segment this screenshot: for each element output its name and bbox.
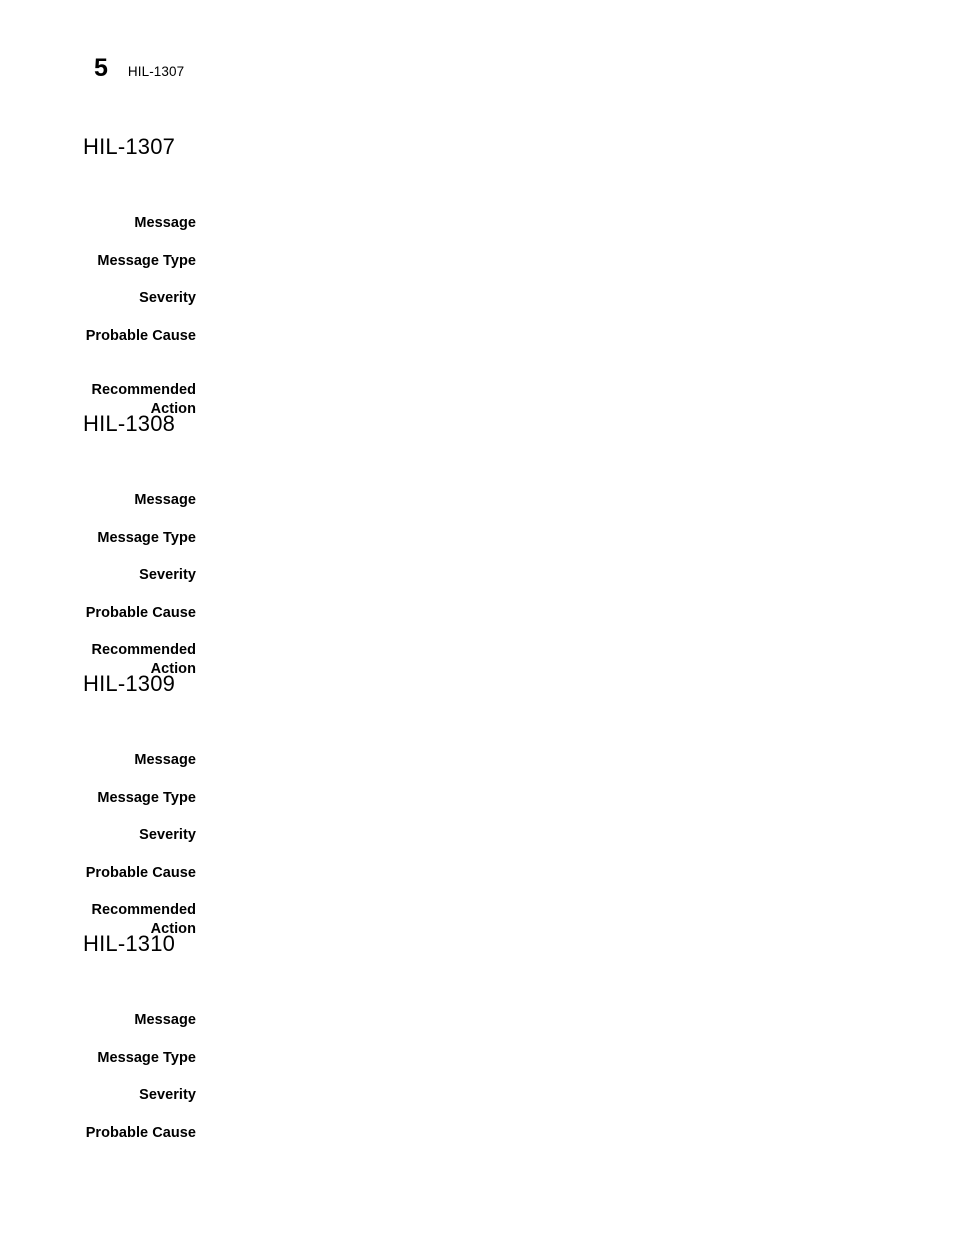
field-value bbox=[196, 566, 954, 585]
page-number: 5 bbox=[94, 54, 108, 82]
field-value bbox=[196, 529, 954, 548]
running-header: 5 HIL-1307 bbox=[94, 56, 184, 81]
field-value bbox=[196, 604, 954, 623]
field-row: Message bbox=[0, 1011, 954, 1030]
document-page: 5 HIL-1307 HIL-1307 Message Message Type Se… bbox=[0, 0, 954, 1235]
field-row: Probable Cause bbox=[0, 1124, 954, 1143]
field-value bbox=[196, 214, 954, 233]
field-value bbox=[196, 252, 954, 271]
field-label: Probable Cause bbox=[85, 1125, 196, 1141]
field-row: Probable Cause bbox=[0, 327, 954, 364]
field-row: Probable Cause bbox=[0, 604, 954, 623]
field-label: Message bbox=[134, 492, 196, 508]
field-label: Message Type bbox=[97, 790, 196, 806]
field-label: Message Type bbox=[97, 1050, 196, 1066]
field-row: Message bbox=[0, 491, 954, 510]
section-heading: HIL-1310 bbox=[83, 931, 176, 956]
field-value bbox=[196, 289, 954, 308]
field-label: Severity bbox=[139, 567, 196, 583]
field-row: Severity bbox=[0, 826, 954, 845]
field-label: Message bbox=[134, 752, 196, 768]
field-value bbox=[196, 901, 954, 938]
field-row: Message Type bbox=[0, 252, 954, 271]
field-value bbox=[196, 641, 954, 678]
field-value bbox=[196, 1124, 954, 1143]
field-row: Severity bbox=[0, 566, 954, 585]
section-heading: HIL-1307 bbox=[83, 134, 176, 159]
field-value bbox=[196, 381, 954, 418]
field-label: Severity bbox=[139, 290, 196, 306]
section-heading: HIL-1309 bbox=[83, 671, 176, 696]
field-row: Severity bbox=[0, 289, 954, 308]
running-header-chapter-label: HIL-1307 bbox=[127, 64, 185, 79]
field-value bbox=[196, 1086, 954, 1105]
field-value bbox=[196, 1011, 954, 1030]
field-row: Severity bbox=[0, 1086, 954, 1105]
field-row: Probable Cause bbox=[0, 864, 954, 883]
field-value bbox=[196, 327, 954, 364]
field-label: Probable Cause bbox=[85, 605, 196, 621]
field-label: Severity bbox=[139, 827, 196, 843]
field-value bbox=[196, 789, 954, 808]
field-value bbox=[196, 1049, 954, 1068]
field-label: Message Type bbox=[97, 253, 196, 269]
field-label: Probable Cause bbox=[85, 328, 196, 344]
field-row: Message Type bbox=[0, 789, 954, 808]
field-row: Message bbox=[0, 751, 954, 770]
field-row: Message Type bbox=[0, 1049, 954, 1068]
field-label: Probable Cause bbox=[85, 865, 196, 881]
field-row: Message Type bbox=[0, 529, 954, 548]
section-heading: HIL-1308 bbox=[83, 411, 176, 436]
field-value bbox=[196, 864, 954, 883]
field-label: Message bbox=[134, 1012, 196, 1028]
field-value bbox=[196, 826, 954, 845]
field-row: Message bbox=[0, 214, 954, 233]
field-label: Message bbox=[134, 215, 196, 231]
field-value bbox=[196, 751, 954, 770]
field-value bbox=[196, 491, 954, 510]
field-label: Severity bbox=[139, 1087, 196, 1103]
field-label: Message Type bbox=[97, 530, 196, 546]
